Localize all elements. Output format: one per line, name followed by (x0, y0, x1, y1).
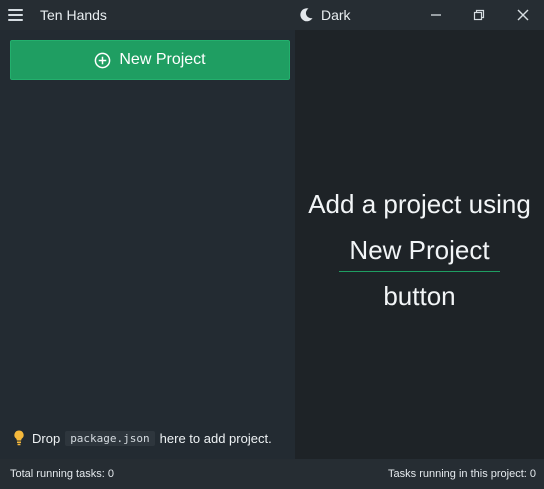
status-bar: Total running tasks: 0 Tasks running in … (0, 459, 544, 489)
minimize-button[interactable] (415, 0, 457, 30)
drop-hint-suffix: here to add project. (159, 430, 272, 446)
close-button[interactable] (502, 0, 544, 30)
project-running-tasks: Tasks running in this project: 0 (388, 468, 536, 480)
drop-hint: Drop package.json here to add project. (14, 430, 272, 446)
moon-icon (300, 8, 313, 22)
drop-hint-code: package.json (65, 430, 155, 446)
new-project-button[interactable]: New Project (10, 40, 290, 80)
restore-button[interactable] (458, 0, 500, 30)
empty-state-message: Add a project using New Project button (295, 181, 544, 319)
theme-toggle[interactable]: Dark (298, 6, 351, 24)
close-icon (517, 9, 529, 21)
title-bar: Ten Hands Dark (0, 0, 544, 30)
empty-state-line-1: Add a project using (308, 189, 531, 219)
lightbulb-icon (14, 430, 24, 446)
plus-circle-icon (95, 52, 111, 68)
empty-state-line-2: New Project (339, 229, 500, 272)
restore-icon (473, 9, 485, 21)
minimize-icon (431, 14, 441, 16)
total-running-tasks: Total running tasks: 0 (10, 468, 114, 480)
sidebar: New Project Drop package.json here to ad… (0, 30, 295, 459)
empty-state-line-3: button (383, 281, 456, 311)
drop-hint-prefix: Drop (32, 430, 61, 446)
main-panel: Add a project using New Project button (295, 30, 544, 459)
hamburger-menu-icon[interactable] (8, 9, 23, 21)
new-project-label: New Project (119, 51, 206, 68)
app-title: Ten Hands (40, 7, 107, 23)
theme-label: Dark (321, 7, 351, 23)
